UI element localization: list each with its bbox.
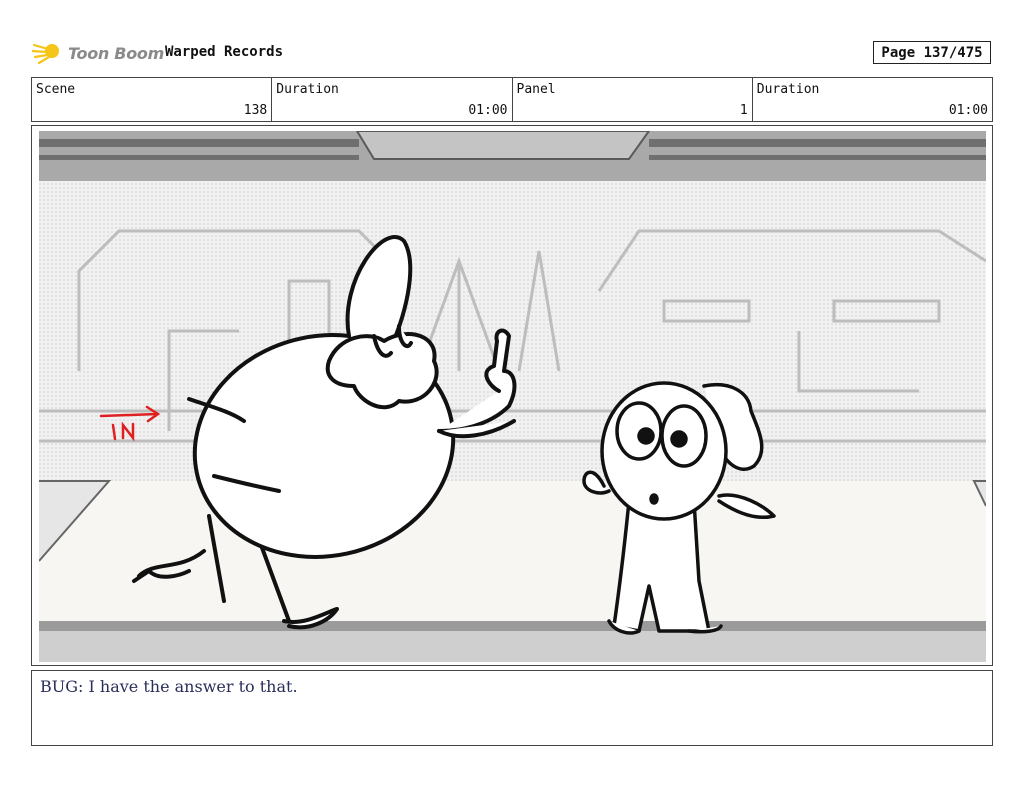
panel-value: 1 [739,103,748,118]
scene-value: 138 [243,103,268,118]
toon-boom-logo: Toon Boom [32,36,164,70]
scene-cell: Scene 138 [32,78,273,121]
panel-drawing [39,131,986,662]
scene-duration-cell: Duration 01:00 [272,78,513,121]
storyboard-panel [31,125,993,666]
logo-text: Toon Boom [68,43,164,63]
project-title: Warped Records [165,44,284,60]
page-number: Page 137/475 [873,41,991,64]
scene-label: Scene [36,82,76,97]
scene-duration-label: Duration [276,82,339,97]
panel-duration-cell: Duration 01:00 [753,78,992,121]
info-row: Scene 138 Duration 01:00 Panel 1 Duratio… [31,77,993,122]
panel-cell: Panel 1 [513,78,753,121]
dialogue-text: BUG: I have the answer to that. [40,677,298,696]
scene-duration-value: 01:00 [468,103,508,118]
panel-duration-value: 01:00 [948,103,988,118]
panel-label: Panel [516,82,556,97]
dialogue-box: BUG: I have the answer to that. [31,670,993,746]
toon-boom-logo-icon [32,43,59,65]
panel-duration-label: Duration [756,82,820,97]
